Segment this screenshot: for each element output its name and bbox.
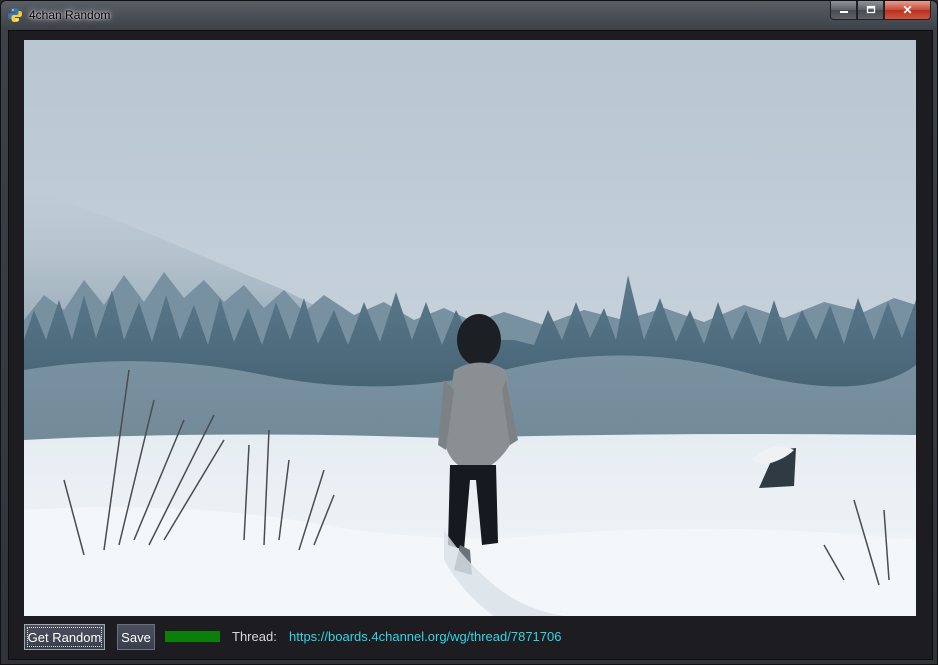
close-button[interactable]: ✕: [884, 1, 931, 20]
main-client-area: Get Random Save Thread: https://boards.4…: [8, 30, 933, 660]
random-image: [24, 40, 916, 616]
python-icon: [7, 7, 23, 23]
close-icon: ✕: [902, 3, 913, 17]
toolbar: Get Random Save Thread: https://boards.4…: [24, 624, 914, 650]
caption-buttons: ✕: [830, 1, 931, 21]
maximize-button[interactable]: [857, 1, 884, 20]
window-title: 4chan Random: [29, 8, 111, 22]
progress-bar: [165, 631, 220, 642]
minimize-icon: [839, 11, 848, 13]
maximize-icon: [866, 5, 875, 14]
app-window: 4chan Random ✕ Get Random Save Thread: h…: [0, 0, 938, 665]
get-random-button[interactable]: Get Random: [24, 624, 105, 650]
snow-forest-photo: [24, 40, 916, 616]
thread-link[interactable]: https://boards.4channel.org/wg/thread/78…: [289, 629, 561, 644]
thread-label: Thread:: [232, 629, 277, 644]
title-bar[interactable]: 4chan Random ✕: [1, 1, 937, 29]
save-button[interactable]: Save: [117, 624, 155, 650]
minimize-button[interactable]: [830, 1, 857, 20]
